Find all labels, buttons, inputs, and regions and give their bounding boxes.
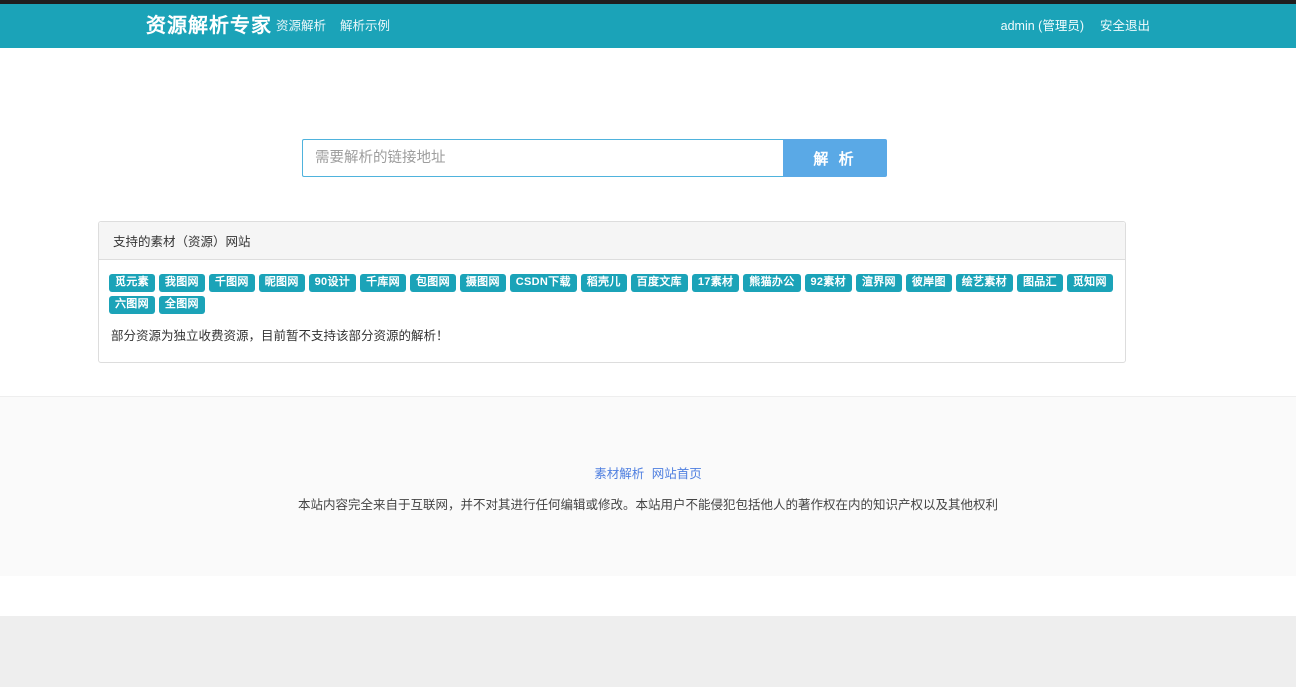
site-badge[interactable]: 92素材	[805, 274, 852, 292]
site-badge[interactable]: 渲界网	[856, 274, 902, 292]
navbar-user-area: admin (管理员) 安全退出	[1001, 18, 1150, 34]
parse-button[interactable]: 解 析	[783, 139, 887, 177]
panel-title: 支持的素材（资源）网站	[113, 231, 251, 250]
current-user-label[interactable]: admin (管理员)	[1001, 18, 1084, 34]
site-badge[interactable]: 90设计	[309, 274, 356, 292]
site-badge[interactable]: 我图网	[159, 274, 205, 292]
nav-link-resource-parse[interactable]: 资源解析	[276, 18, 326, 34]
site-badge[interactable]: CSDN下载	[510, 274, 577, 292]
site-badge[interactable]: 千图网	[209, 274, 255, 292]
site-badge[interactable]: 彼岸图	[906, 274, 952, 292]
lower-gray-band	[0, 616, 1296, 687]
site-badge[interactable]: 绘艺素材	[956, 274, 1013, 292]
footer-link-material-parse[interactable]: 素材解析	[594, 467, 644, 481]
navbar-inner: 资源解析专家 资源解析 解析示例 admin (管理员) 安全退出	[118, 4, 1178, 48]
site-badge[interactable]: 熊猫办公	[743, 274, 800, 292]
footer: 素材解析 网站首页 本站内容完全来自于互联网，并不对其进行任何编辑或修改。本站用…	[0, 396, 1296, 577]
supported-sites-list: 觅元素 我图网 千图网 昵图网 90设计 千库网 包图网 摄图网 CSDN下载 …	[109, 274, 1115, 314]
panel-note: 部分资源为独立收费资源，目前暂不支持该部分资源的解析！	[109, 325, 1115, 344]
main-content: 解 析 支持的素材（资源）网站 觅元素 我图网 千图网 昵图网 90设计 千库网…	[0, 48, 1296, 396]
lower-white-band	[0, 576, 1296, 616]
site-badge[interactable]: 觅元素	[109, 274, 155, 292]
nav-link-parse-example[interactable]: 解析示例	[340, 18, 390, 34]
navbar: 资源解析专家 资源解析 解析示例 admin (管理员) 安全退出	[0, 4, 1296, 48]
site-badge[interactable]: 觅知网	[1067, 274, 1113, 292]
logout-link[interactable]: 安全退出	[1100, 18, 1150, 34]
page-root: 资源解析专家 资源解析 解析示例 admin (管理员) 安全退出 解 析 支持…	[0, 0, 1296, 687]
panel-header: 支持的素材（资源）网站	[99, 222, 1125, 260]
link-url-input[interactable]	[302, 139, 783, 177]
site-badge[interactable]: 稻壳儿	[581, 274, 627, 292]
site-badge[interactable]: 千库网	[360, 274, 406, 292]
site-badge[interactable]: 百度文库	[631, 274, 688, 292]
site-brand[interactable]: 资源解析专家	[146, 13, 272, 39]
parse-search-bar: 解 析	[302, 139, 887, 177]
site-badge[interactable]: 全图网	[159, 296, 205, 314]
footer-links: 素材解析 网站首页	[0, 463, 1296, 482]
site-badge[interactable]: 摄图网	[460, 274, 506, 292]
footer-disclaimer: 本站内容完全来自于互联网，并不对其进行任何编辑或修改。本站用户不能侵犯包括他人的…	[0, 494, 1296, 513]
site-badge[interactable]: 昵图网	[259, 274, 305, 292]
site-badge[interactable]: 图品汇	[1017, 274, 1063, 292]
site-badge[interactable]: 包图网	[410, 274, 456, 292]
supported-sites-panel: 支持的素材（资源）网站 觅元素 我图网 千图网 昵图网 90设计 千库网 包图网…	[98, 221, 1126, 363]
site-badge[interactable]: 六图网	[109, 296, 155, 314]
site-badge[interactable]: 17素材	[692, 274, 739, 292]
footer-link-home[interactable]: 网站首页	[652, 467, 702, 481]
navbar-links: 资源解析 解析示例	[276, 18, 390, 34]
panel-body: 觅元素 我图网 千图网 昵图网 90设计 千库网 包图网 摄图网 CSDN下载 …	[99, 260, 1125, 362]
